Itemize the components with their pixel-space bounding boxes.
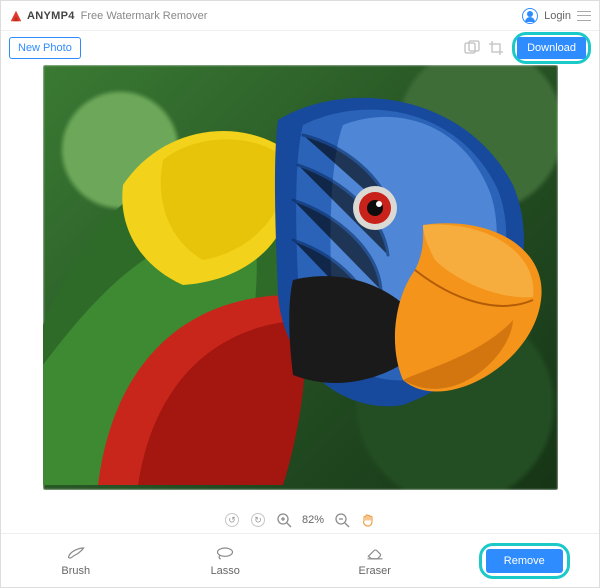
image-content-parrot xyxy=(43,65,558,490)
zoom-in-icon[interactable] xyxy=(276,512,292,528)
tool-eraser[interactable]: Eraser xyxy=(300,545,450,577)
compare-icon[interactable] xyxy=(464,40,480,56)
tool-lasso-label: Lasso xyxy=(211,565,240,577)
download-button[interactable]: Download xyxy=(517,37,586,59)
brush-icon xyxy=(66,545,86,561)
image-canvas[interactable] xyxy=(43,65,558,490)
eraser-icon xyxy=(365,545,385,561)
remove-button-area: Remove xyxy=(450,543,600,579)
pan-hand-icon[interactable] xyxy=(360,512,376,528)
remove-highlight: Remove xyxy=(479,543,570,579)
undo-icon[interactable]: ↺ xyxy=(224,512,240,528)
new-photo-button[interactable]: New Photo xyxy=(9,37,81,59)
app-frame: ANYMP4 Free Watermark Remover Login New … xyxy=(0,0,600,588)
hamburger-menu-icon[interactable] xyxy=(577,11,591,21)
app-title: Free Watermark Remover xyxy=(81,10,208,22)
crop-icon[interactable] xyxy=(488,40,504,56)
canvas-area xyxy=(1,65,599,507)
download-highlight: Download xyxy=(512,32,591,64)
zoom-bar: ↺ ↻ 82% xyxy=(1,507,599,533)
user-avatar-icon[interactable] xyxy=(522,8,538,24)
login-link[interactable]: Login xyxy=(544,10,571,22)
brand-logo[interactable]: ANYMP4 xyxy=(9,9,75,23)
top-toolbar: New Photo Download xyxy=(1,31,599,65)
toolbar-right: Download xyxy=(464,32,591,64)
zoom-value: 82% xyxy=(302,514,324,526)
bottom-tools: Brush Lasso Eraser Remove xyxy=(1,533,599,587)
header-bar: ANYMP4 Free Watermark Remover Login xyxy=(1,1,599,31)
header-right: Login xyxy=(522,8,591,24)
tool-brush-label: Brush xyxy=(61,565,90,577)
zoom-out-icon[interactable] xyxy=(334,512,350,528)
brand-mark-icon xyxy=(9,9,23,23)
tool-lasso[interactable]: Lasso xyxy=(151,545,301,577)
tool-eraser-label: Eraser xyxy=(359,565,391,577)
lasso-icon xyxy=(215,545,235,561)
remove-button[interactable]: Remove xyxy=(486,549,563,573)
brand-text: ANYMP4 xyxy=(27,10,75,22)
redo-icon[interactable]: ↻ xyxy=(250,512,266,528)
tool-brush[interactable]: Brush xyxy=(1,545,151,577)
